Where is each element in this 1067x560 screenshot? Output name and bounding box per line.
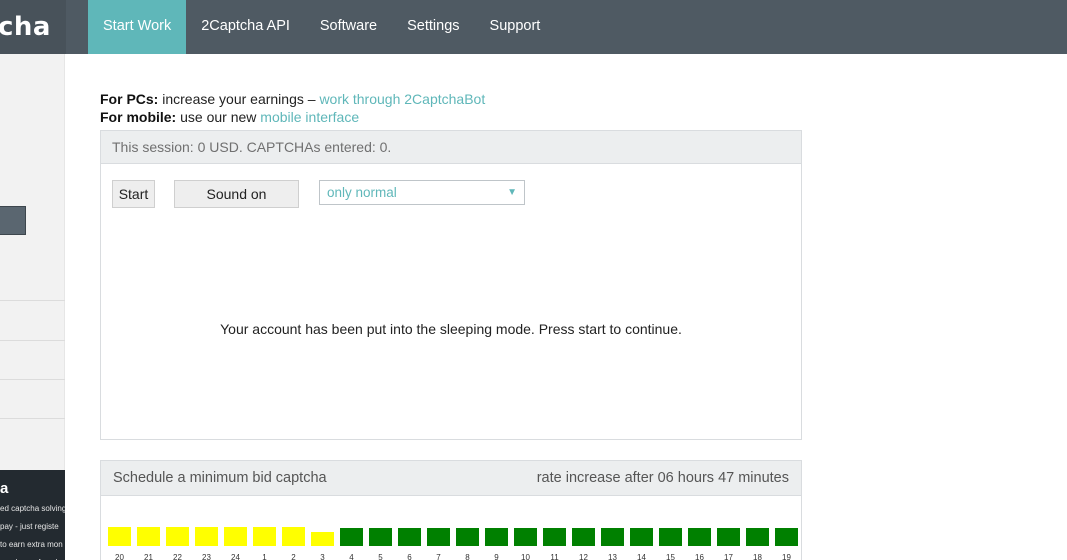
hour-label: 23 <box>202 553 211 560</box>
captcha-type-select[interactable]: only normal ▼ <box>319 180 525 205</box>
hour-bar <box>514 528 537 546</box>
nav-item-settings[interactable]: Settings <box>392 0 474 54</box>
mobile-text: use our new <box>176 109 261 125</box>
left-sidebar: a ed captcha solving pay - just registe to… <box>0 54 65 560</box>
hour-bar <box>456 528 479 546</box>
hour-bar <box>369 528 392 546</box>
hour-bar <box>601 528 624 546</box>
hour-bar <box>166 527 189 546</box>
sidebar-divider <box>0 418 65 419</box>
hour-label: 10 <box>521 553 530 560</box>
hour-bar <box>282 527 305 546</box>
hour-bar <box>427 528 450 546</box>
sleep-mode-message: Your account has been put into the sleep… <box>220 321 682 337</box>
hour-label: 15 <box>666 553 675 560</box>
intro-pc-line: For PCs: increase your earnings – work t… <box>100 90 485 108</box>
hour-bar <box>543 528 566 546</box>
hour-bar <box>572 528 595 546</box>
hour-label: 1 <box>262 553 267 560</box>
schedule-panel: Schedule a minimum bid captcha rate incr… <box>100 460 802 560</box>
hour-label: 2 <box>291 553 296 560</box>
hour-label: 17 <box>724 553 733 560</box>
hour-label: 18 <box>753 553 762 560</box>
hour-bar <box>108 527 131 546</box>
hour-bar <box>224 527 247 546</box>
logo-text: cha <box>0 12 51 42</box>
hour-label: 19 <box>782 553 791 560</box>
hour-label: 7 <box>436 553 441 560</box>
hour-label: 6 <box>407 553 412 560</box>
main-nav: Start Work 2Captcha API Software Settings Su… <box>88 0 555 54</box>
top-nav-bar: cha Start Work 2Captcha API Software Settin… <box>0 0 1067 54</box>
intro-mobile-line: For mobile: use our new mobile interface <box>100 108 485 126</box>
hour-label: 20 <box>115 553 124 560</box>
hour-label: 12 <box>579 553 588 560</box>
hour-bar <box>195 527 218 546</box>
hour-bar <box>485 528 508 546</box>
captcha-type-value: only normal <box>327 185 397 200</box>
caret-down-icon: ▼ <box>507 187 517 198</box>
nav-item-software[interactable]: Software <box>305 0 392 54</box>
hour-bar <box>398 528 421 546</box>
hour-bar <box>340 528 363 546</box>
sidebar-button[interactable] <box>0 206 26 235</box>
hour-bar <box>688 528 711 546</box>
nav-item-support[interactable]: Support <box>475 0 556 54</box>
hour-bar <box>746 528 769 546</box>
intro-text: For PCs: increase your earnings – work t… <box>100 90 485 126</box>
hour-label: 22 <box>173 553 182 560</box>
pc-text: increase your earnings – <box>158 91 320 107</box>
hour-label: 13 <box>608 553 617 560</box>
mobile-interface-link[interactable]: mobile interface <box>260 109 359 125</box>
nav-item-start-work[interactable]: Start Work <box>88 0 187 54</box>
start-button[interactable]: Start <box>112 180 155 208</box>
work-panel: This session: 0 USD. CAPTCHAs entered: 0… <box>100 130 802 440</box>
hour-label: 8 <box>465 553 470 560</box>
hour-bar <box>717 528 740 546</box>
sound-toggle-button[interactable]: Sound on <box>174 180 299 208</box>
hour-label: 3 <box>320 553 325 560</box>
hour-bar <box>137 527 160 546</box>
hour-label: 11 <box>550 553 559 560</box>
session-status: This session: 0 USD. CAPTCHAs entered: 0… <box>101 131 801 164</box>
hour-bar <box>253 527 276 546</box>
sidebar-divider <box>0 340 65 341</box>
promo-banner[interactable]: a ed captcha solving pay - just registe to… <box>0 470 65 560</box>
hour-label: 16 <box>695 553 704 560</box>
promo-line: to earn extra mon <box>0 540 63 549</box>
hour-label: 9 <box>494 553 499 560</box>
pc-label: For PCs: <box>100 91 159 107</box>
hour-label: 21 <box>144 553 153 560</box>
sidebar-divider <box>0 300 65 301</box>
site-logo[interactable]: cha <box>0 0 66 54</box>
sidebar-divider <box>0 379 65 380</box>
promo-title: a <box>0 480 9 497</box>
promo-line: pay - just registe <box>0 522 59 531</box>
hour-bar <box>630 528 653 546</box>
hour-bar <box>659 528 682 546</box>
hour-label: 24 <box>231 553 240 560</box>
nav-item-2captcha-api[interactable]: 2Captcha API <box>186 0 305 54</box>
hour-label: 4 <box>349 553 354 560</box>
schedule-bars: 20 21 22 23 24 1 2 3 4 5 6 7 8 9 10 11 12 13 14 15 16 17 18 19 <box>101 461 803 560</box>
captchabot-link[interactable]: work through 2CaptchaBot <box>319 91 485 107</box>
hour-bar <box>775 528 798 546</box>
mobile-label: For mobile: <box>100 109 177 125</box>
promo-line: ed captcha solving <box>0 504 65 513</box>
hour-label: 5 <box>378 553 383 560</box>
hour-bar <box>311 532 334 546</box>
hour-label: 14 <box>637 553 646 560</box>
